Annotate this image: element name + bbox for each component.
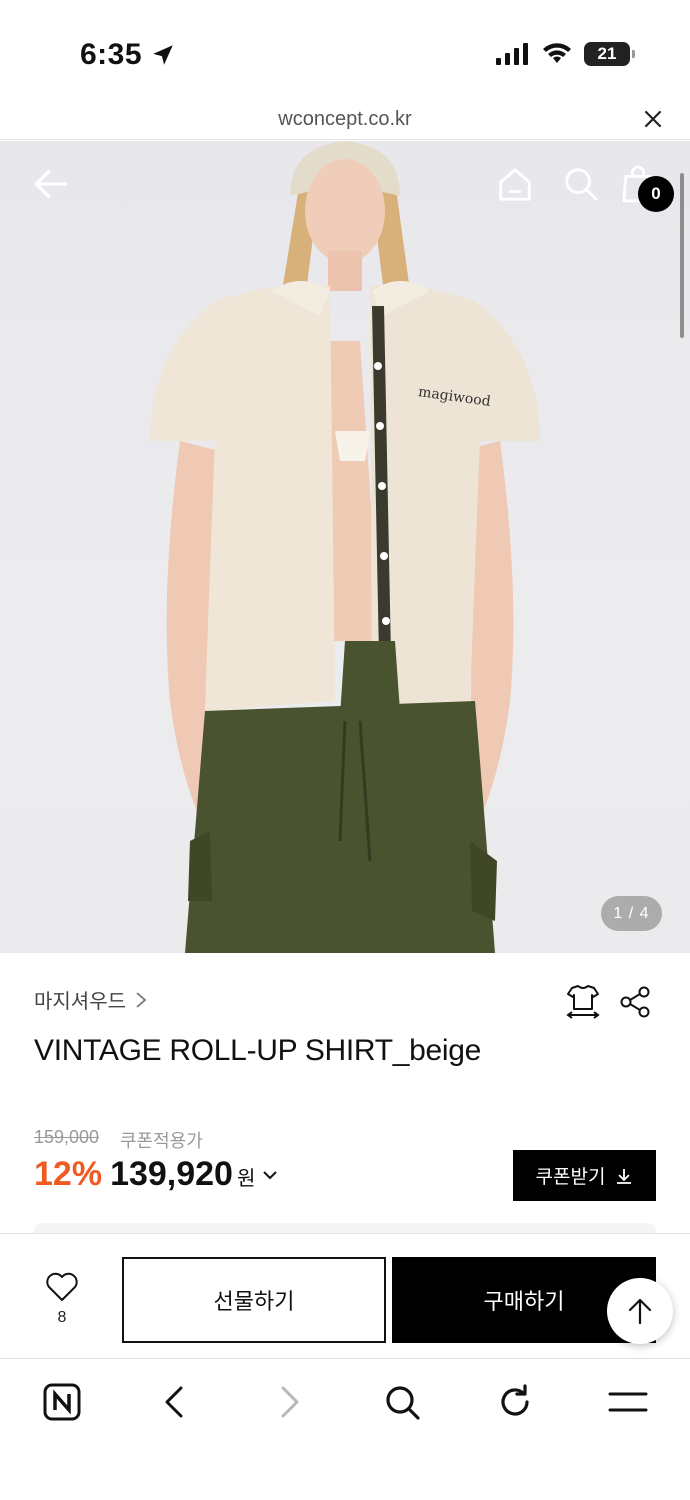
back-icon [165, 1386, 183, 1418]
arrow-up-icon [628, 1298, 652, 1325]
browser-back-button[interactable] [153, 1380, 197, 1424]
scroll-to-top-button[interactable] [607, 1278, 673, 1344]
close-icon[interactable] [640, 106, 666, 132]
discount-rate: 12% [34, 1155, 103, 1193]
product-image[interactable]: magiwood 0 1 / 4 [0, 141, 690, 953]
home-icon[interactable] [496, 165, 534, 203]
browser-toolbar [0, 1360, 690, 1500]
wifi-icon [543, 43, 571, 63]
url-bar: wconcept.co.kr [0, 100, 690, 140]
brand-name: 마지셔우드 [34, 991, 126, 1013]
image-page-indicator: 1 / 4 [601, 896, 662, 931]
browser-refresh-button[interactable] [493, 1380, 537, 1424]
get-coupon-button[interactable]: 쿠폰받기 [513, 1150, 656, 1201]
search-icon[interactable] [562, 165, 600, 203]
original-price: 159,000 [34, 1127, 100, 1147]
price-row[interactable]: 12% 139,920 원 [34, 1155, 279, 1194]
back-arrow-icon[interactable] [30, 163, 72, 205]
status-bar: 6:35 21 [0, 0, 690, 100]
url-text[interactable]: wconcept.co.kr [0, 108, 690, 131]
naver-button[interactable] [40, 1380, 84, 1424]
browser-menu-button[interactable] [606, 1380, 650, 1424]
currency-label: 원 [236, 1168, 256, 1190]
like-count: 8 [57, 1309, 67, 1326]
share-icon[interactable] [618, 985, 652, 1019]
naver-icon [43, 1383, 81, 1421]
chevron-down-icon[interactable] [261, 1169, 279, 1181]
heart-icon [46, 1272, 78, 1301]
signal-icon [496, 43, 528, 65]
product-title: VINTAGE ROLL-UP SHIRT_beige [34, 1034, 482, 1067]
like-button[interactable]: 8 [40, 1272, 84, 1332]
gift-button[interactable]: 선물하기 [122, 1257, 386, 1343]
model-photo: magiwood [150, 141, 540, 953]
coupon-button-label: 쿠폰받기 [535, 1167, 606, 1188]
coupon-price-label: 쿠폰적용가 [120, 1131, 203, 1151]
download-icon [617, 1168, 632, 1184]
brand-link[interactable]: 마지셔우드 [34, 985, 148, 1014]
refresh-icon [501, 1384, 529, 1416]
scroll-indicator [680, 173, 684, 338]
status-icons: 21 [496, 42, 635, 66]
search-icon [386, 1386, 420, 1420]
purchase-action-bar: 8 선물하기 구매하기 [0, 1233, 690, 1359]
fit-guide-icon[interactable] [564, 982, 602, 1020]
status-time: 6:35 [80, 38, 143, 71]
chevron-right-icon [136, 991, 147, 1008]
battery-indicator: 21 [584, 42, 635, 66]
browser-search-button[interactable] [380, 1380, 424, 1424]
cart-count-badge[interactable]: 0 [638, 176, 674, 212]
forward-icon [281, 1386, 299, 1418]
location-arrow-icon [153, 45, 173, 65]
browser-forward-button[interactable] [267, 1380, 311, 1424]
sale-price: 139,920 [110, 1155, 233, 1193]
menu-icon [608, 1392, 648, 1412]
